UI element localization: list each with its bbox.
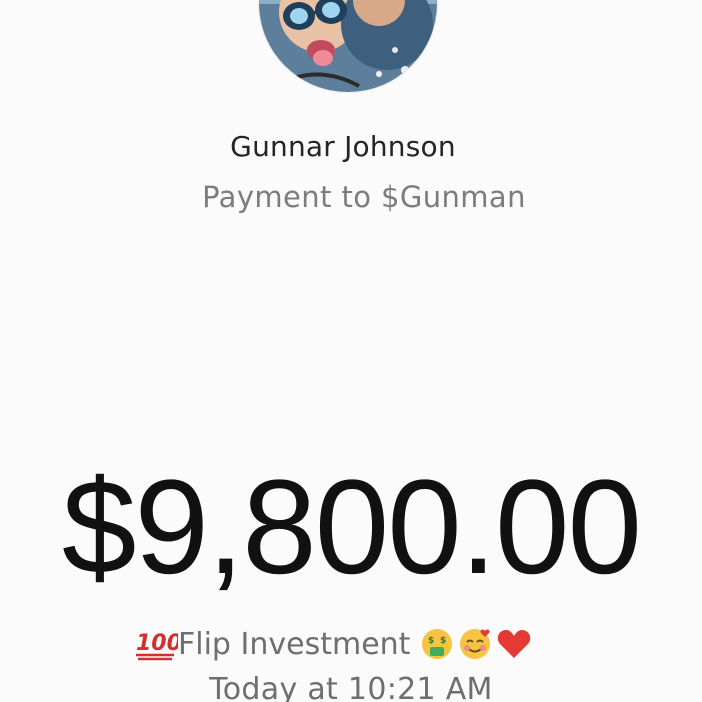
profile-photo-icon bbox=[259, 0, 437, 92]
payment-note: 100 Flip Investment $ $ bbox=[130, 620, 532, 668]
recipient-avatar[interactable] bbox=[259, 0, 437, 92]
svg-text:$: $ bbox=[440, 636, 446, 646]
smiling-face-with-hearts-icon bbox=[458, 627, 492, 661]
payment-note-text: Flip Investment bbox=[178, 626, 411, 662]
money-mouth-face-icon: $ $ bbox=[420, 627, 454, 661]
red-heart-icon bbox=[496, 627, 532, 661]
svg-text:100: 100 bbox=[136, 631, 178, 656]
payment-amount: $9,800.00 bbox=[61, 453, 642, 602]
payment-receipt-screen: Gunnar Johnson Payment to $Gunman $9,800… bbox=[0, 0, 702, 702]
recipient-name: Gunnar Johnson bbox=[230, 130, 456, 163]
payment-timestamp: Today at 10:21 AM bbox=[209, 672, 493, 702]
payment-recipient-handle: Payment to $Gunman bbox=[202, 180, 526, 214]
hundred-points-icon: 100 bbox=[134, 626, 178, 662]
svg-text:$: $ bbox=[428, 636, 434, 646]
